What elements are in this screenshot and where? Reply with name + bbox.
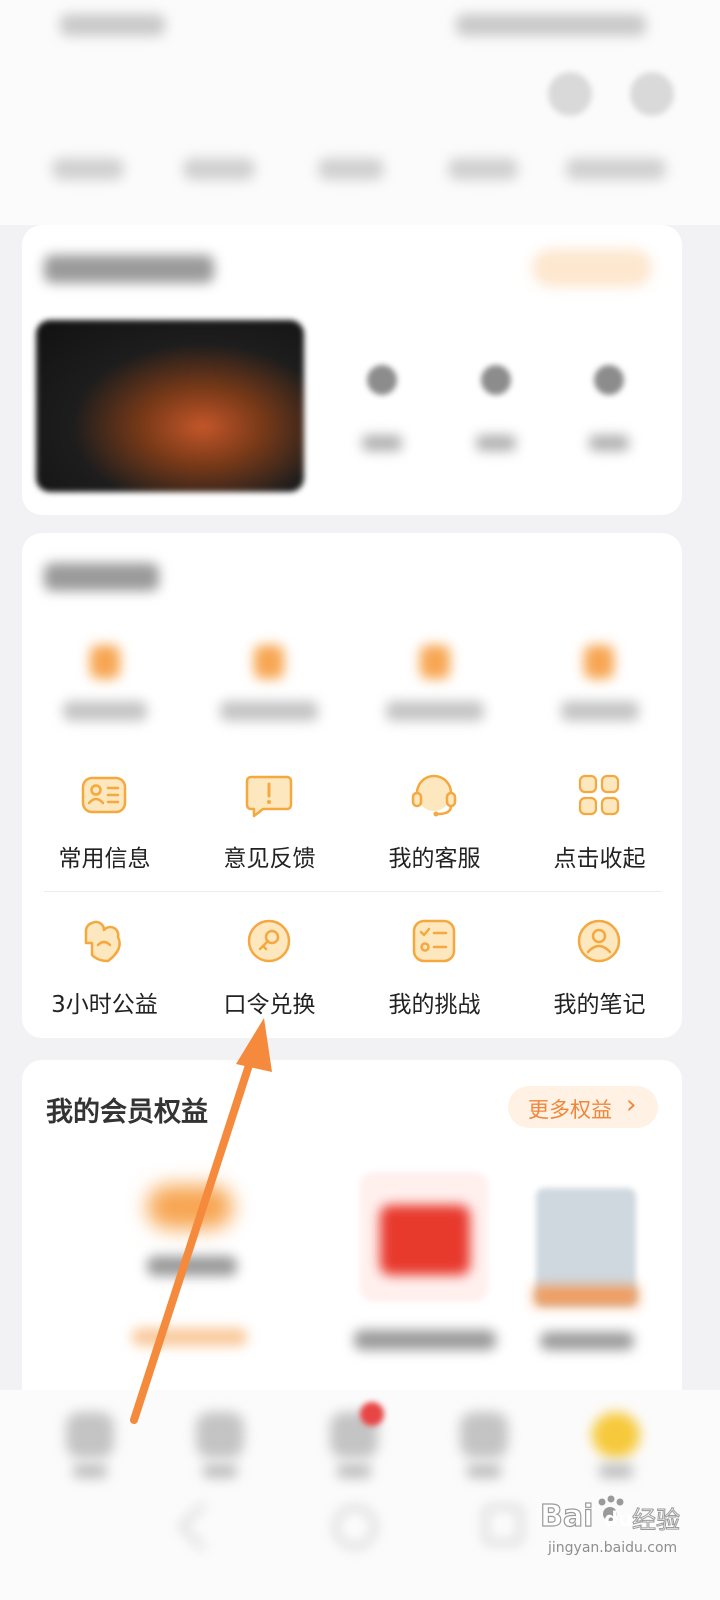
svg-text:Bai: Bai — [540, 1499, 593, 1534]
watermark-url: jingyan.baidu.com — [548, 1540, 678, 1556]
svg-text:du: du — [604, 1507, 633, 1531]
annotation-arrow — [130, 1018, 272, 1424]
baidu-jingyan-watermark-logo: Bai du 经验 — [540, 1495, 681, 1535]
svg-text:经验: 经验 — [632, 1506, 680, 1534]
